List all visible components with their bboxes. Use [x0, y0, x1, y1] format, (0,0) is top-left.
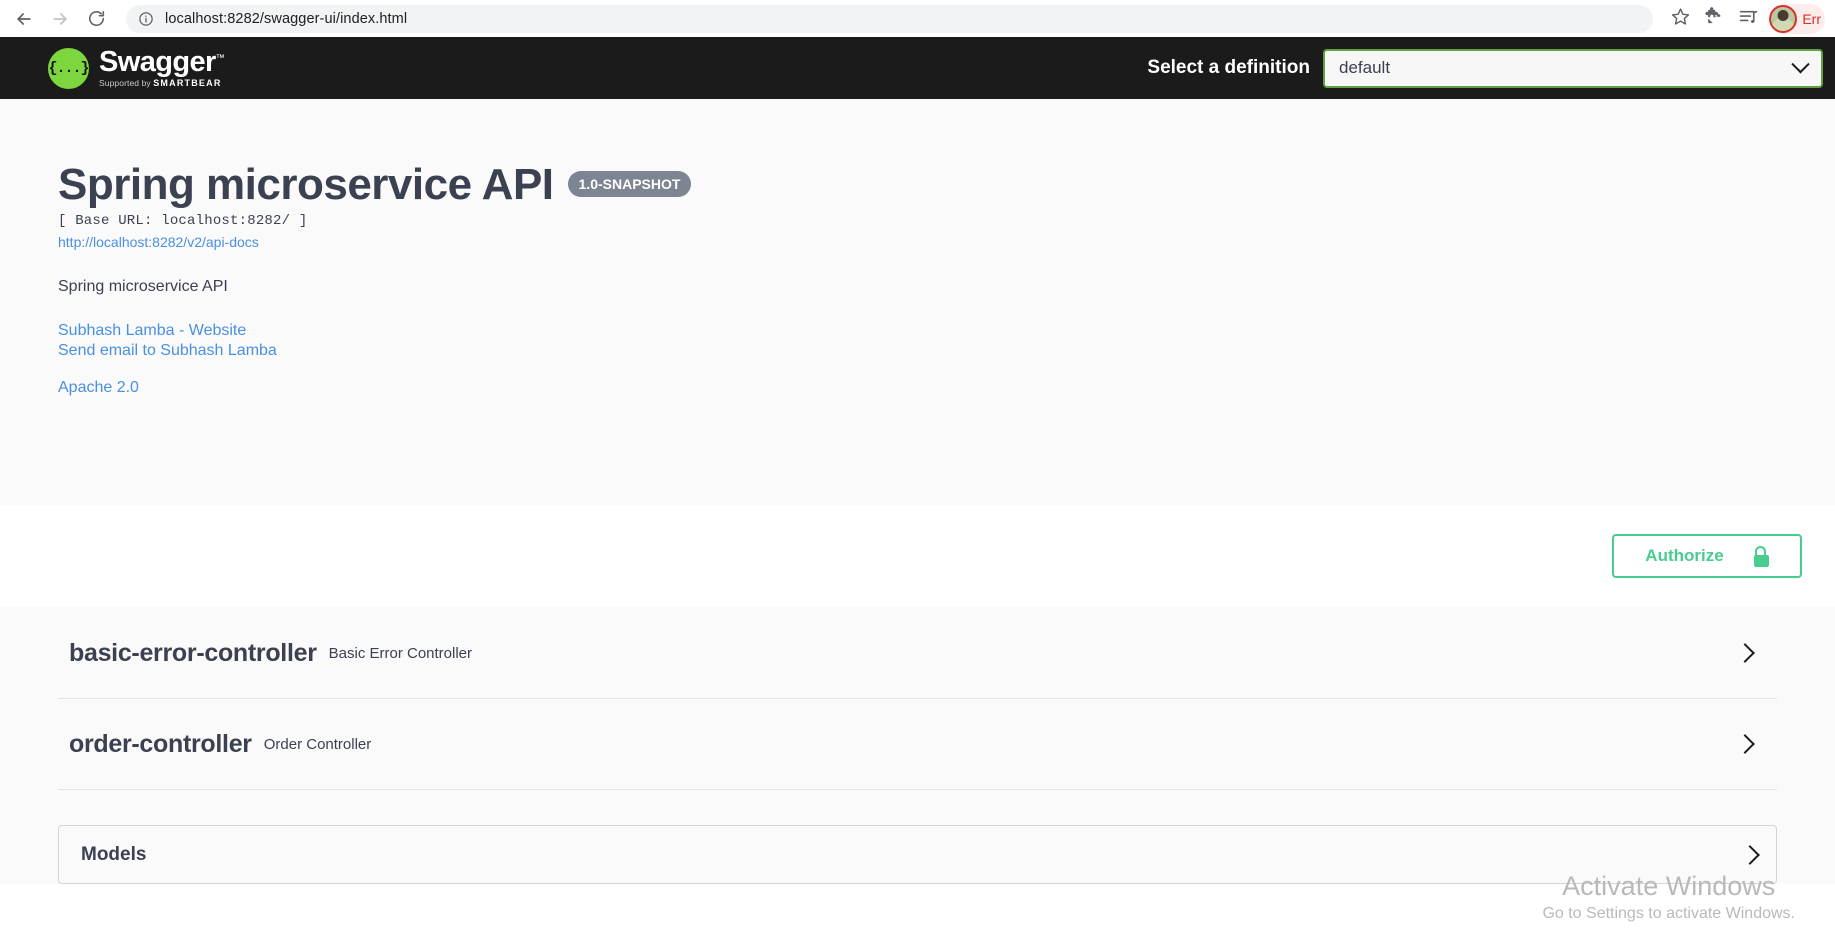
license-link[interactable]: Apache 2.0 [58, 379, 1777, 397]
api-description: Spring microservice API [58, 278, 228, 295]
authorize-button-label: Authorize [1645, 546, 1724, 565]
tag-block: order-controller Order Controller [58, 699, 1777, 790]
definition-select-value: default [1339, 58, 1391, 77]
chevron-right-icon[interactable] [1740, 844, 1760, 865]
playlist-icon [1738, 6, 1759, 32]
models-title: Models [81, 843, 147, 865]
swagger-logo-icon: {...} [48, 47, 90, 89]
version-badge: 1.0-SNAPSHOT [567, 171, 692, 197]
tag-name: basic-error-controller [69, 638, 317, 667]
contact-website-link[interactable]: Subhash Lamba - Website [58, 321, 1777, 341]
models-section: Models [0, 790, 1835, 884]
models-toggle[interactable]: Models [58, 825, 1777, 884]
page-title: Spring microservice API [58, 160, 554, 209]
chevron-right-icon[interactable] [1735, 643, 1755, 663]
tag-block: basic-error-controller Basic Error Contr… [58, 608, 1777, 699]
swagger-wordmark: Swagger [99, 46, 216, 78]
tag-row-order-controller[interactable]: order-controller Order Controller [58, 699, 1777, 789]
tag-row-basic-error-controller[interactable]: basic-error-controller Basic Error Contr… [58, 608, 1777, 698]
api-info-section: Spring microservice API 1.0-SNAPSHOT [ B… [0, 99, 1835, 505]
reload-icon [87, 9, 106, 28]
reload-button[interactable] [78, 1, 114, 37]
info-circle-icon[interactable] [138, 11, 154, 27]
avatar-icon [1769, 4, 1798, 33]
media-list-button[interactable] [1731, 2, 1765, 36]
tagline-prefix: Supported by [99, 78, 151, 88]
bookmark-button[interactable] [1663, 2, 1697, 36]
star-icon [1671, 7, 1690, 31]
title-row: Spring microservice API 1.0-SNAPSHOT [58, 163, 1777, 207]
unlock-icon [1753, 545, 1769, 567]
arrow-left-icon [14, 9, 34, 29]
tag-name: order-controller [69, 729, 252, 758]
authorize-button[interactable]: Authorize [1612, 534, 1802, 578]
chevron-right-icon[interactable] [1735, 734, 1755, 754]
definition-select[interactable]: default [1323, 48, 1823, 88]
address-bar[interactable]: localhost:8282/swagger-ui/index.html [126, 4, 1654, 33]
url-text: localhost:8282/swagger-ui/index.html [165, 10, 408, 27]
browser-toolbar: localhost:8282/swagger-ui/index.html Err [0, 0, 1835, 37]
back-button[interactable] [6, 1, 42, 37]
tag-description: Basic Error Controller [328, 644, 473, 662]
puzzle-piece-icon [1705, 6, 1724, 31]
contact-links: Subhash Lamba - Website Send email to Su… [58, 321, 1777, 397]
extensions-button[interactable] [1697, 2, 1731, 36]
swagger-topbar: {...} Swagger™ Supported by SMARTBEAR Se… [0, 37, 1835, 99]
authorize-section: Authorize [0, 505, 1835, 607]
forward-button[interactable] [42, 1, 78, 37]
chevron-down-icon [1791, 54, 1810, 73]
definition-label: Select a definition [1147, 57, 1310, 78]
arrow-right-icon [50, 9, 70, 29]
page-root: localhost:8282/swagger-ui/index.html Err… [0, 0, 1835, 931]
profile-button[interactable]: Err [1769, 3, 1825, 34]
definition-selector-area: Select a definition default [224, 48, 1835, 88]
tag-description: Order Controller [263, 735, 372, 753]
base-url-text: [ Base URL: localhost:8282/ ] [58, 213, 308, 229]
profile-label: Err [1802, 10, 1821, 27]
watermark-subtitle: Go to Settings to activate Windows. [1542, 904, 1795, 922]
toolbar-icons: Err [1663, 2, 1825, 36]
swagger-logo[interactable]: {...} Swagger™ Supported by SMARTBEAR [48, 46, 225, 89]
trademark-symbol: ™ [215, 52, 225, 63]
contact-email-link[interactable]: Send email to Subhash Lamba [58, 341, 1777, 361]
swagger-wordmark-block: Swagger™ Supported by SMARTBEAR [99, 46, 225, 88]
tagline-brand: SMARTBEAR [153, 78, 222, 88]
api-docs-link[interactable]: http://localhost:8282/v2/api-docs [58, 234, 1777, 250]
tag-sections: basic-error-controller Basic Error Contr… [0, 607, 1835, 884]
